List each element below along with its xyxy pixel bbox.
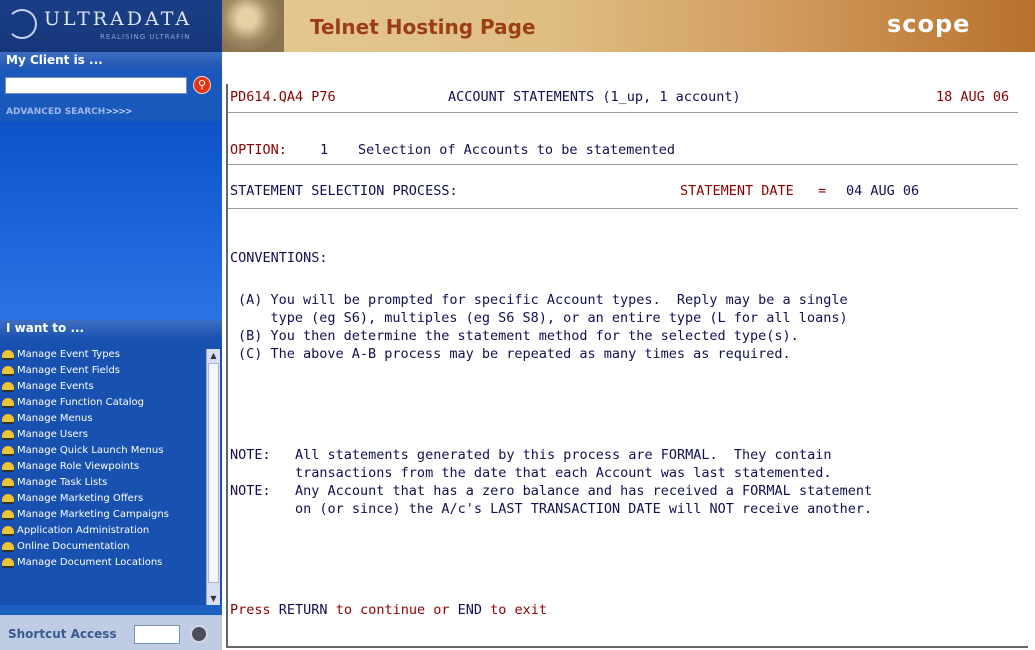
menu-item-label: Manage Marketing Campaigns [17, 509, 169, 520]
terminal-divider [228, 208, 1018, 209]
terminal-header-date: 18 AUG 06 [936, 89, 1010, 105]
page-header: Telnet Hosting Page scope [222, 0, 1035, 52]
scroll-up-arrow-icon[interactable]: ▲ [208, 350, 219, 361]
menu-item-label: Manage Menus [17, 413, 93, 424]
logo-ring-icon [7, 9, 37, 39]
task-menu-list: Manage Event Types Manage Event Fields M… [0, 349, 206, 605]
option-number: 1 [320, 142, 329, 158]
menu-scrollbar-thumb[interactable] [208, 363, 219, 583]
menu-item-label: Manage Function Catalog [17, 397, 145, 408]
hardhat-icon [2, 510, 14, 520]
telnet-terminal[interactable]: PD614.QA4 P76 ACCOUNT STATEMENTS (1_up, … [226, 84, 1028, 648]
client-heading: My Client is ... [0, 52, 222, 69]
conventions-heading: CONVENTIONS: [230, 250, 328, 266]
hardhat-icon [2, 478, 14, 488]
hardhat-icon [2, 446, 14, 456]
menu-item-manage-event-types[interactable]: Manage Event Types [0, 349, 206, 360]
scroll-down-arrow-icon[interactable]: ▼ [208, 593, 219, 604]
client-search-area: ⚲ ADVANCED SEARCH>>>> [0, 69, 222, 121]
option-label: OPTION: [230, 142, 287, 158]
menu-item-label: Manage Task Lists [17, 477, 108, 488]
scope-brand-logo: scope [887, 10, 971, 38]
logo-tagline: REALISING ULTRAFIN [100, 33, 191, 41]
hardhat-icon [2, 462, 14, 472]
task-menu: Manage Event Types Manage Event Fields M… [0, 337, 222, 605]
menu-scrollbar[interactable]: ▲ ▼ [206, 349, 220, 605]
menu-item-label: Manage Role Viewpoints [17, 461, 140, 472]
hardhat-icon [2, 382, 14, 392]
logo: ULTRADATA REALISING ULTRAFIN [0, 0, 222, 52]
advanced-search-arrows: >>>> [105, 107, 132, 117]
prompt-mid: to continue or [327, 602, 458, 618]
menu-item-label: Manage Event Types [17, 349, 120, 360]
menu-item-label: Manage Document Locations [17, 557, 163, 568]
menu-item-label: Manage Quick Launch Menus [17, 445, 164, 456]
statement-date-label: STATEMENT DATE [680, 183, 794, 199]
menu-item-manage-function-catalog[interactable]: Manage Function Catalog [0, 397, 206, 408]
menu-item-manage-role-viewpoints[interactable]: Manage Role Viewpoints [0, 461, 206, 472]
hardhat-icon [2, 350, 14, 360]
menu-item-manage-users[interactable]: Manage Users [0, 429, 206, 440]
shortcut-access-bar: Shortcut Access [0, 615, 222, 650]
terminal-header-code: PD614.QA4 P76 [230, 89, 336, 105]
shortcut-access-label: Shortcut Access [8, 627, 117, 641]
hardhat-icon [2, 526, 14, 536]
menu-item-application-administration[interactable]: Application Administration [0, 525, 206, 536]
hardhat-icon [2, 542, 14, 552]
menu-item-online-documentation[interactable]: Online Documentation [0, 541, 206, 552]
menu-item-label: Online Documentation [17, 541, 130, 552]
hardhat-icon [2, 430, 14, 440]
prompt-end-key: END [457, 602, 482, 618]
note-line: NOTE: Any Account that has a zero balanc… [230, 483, 873, 499]
option-text: Selection of Accounts to be statemented [358, 142, 675, 158]
prompt-press: Press [230, 602, 279, 618]
hardhat-icon [2, 558, 14, 568]
page-title: Telnet Hosting Page [310, 15, 536, 39]
hardhat-icon [2, 494, 14, 504]
menu-item-manage-quick-launch-menus[interactable]: Manage Quick Launch Menus [0, 445, 206, 456]
statement-date-value: 04 AUG 06 [846, 183, 920, 199]
menu-item-manage-document-locations[interactable]: Manage Document Locations [0, 557, 206, 568]
menu-item-label: Manage Event Fields [17, 365, 121, 376]
advanced-search-link[interactable]: ADVANCED SEARCH>>>> [6, 107, 132, 117]
menu-item-label: Manage Users [17, 429, 88, 440]
note-line: NOTE: All statements generated by this p… [230, 447, 832, 463]
menu-item-label: Manage Marketing Offers [17, 493, 144, 504]
iwant-heading: I want to ... [0, 320, 222, 337]
convention-line: (C) The above A-B process may be repeate… [238, 346, 791, 362]
prompt-tail: to exit [482, 602, 548, 618]
prompt-return-key: RETURN [278, 602, 328, 618]
client-search-input[interactable] [5, 77, 187, 94]
hardhat-icon [2, 414, 14, 424]
convention-line: type (eg S6), multiples (eg S6 S8), or a… [238, 310, 848, 326]
convention-line: (A) You will be prompted for specific Ac… [238, 292, 848, 308]
menu-item-manage-marketing-campaigns[interactable]: Manage Marketing Campaigns [0, 509, 206, 520]
menu-item-manage-event-fields[interactable]: Manage Event Fields [0, 365, 206, 376]
search-icon[interactable]: ⚲ [193, 76, 211, 94]
advanced-search-label: ADVANCED SEARCH [6, 107, 106, 117]
note-line: transactions from the date that each Acc… [230, 465, 832, 481]
shortcut-go-icon[interactable] [190, 625, 208, 643]
logo-text: ULTRADATA [44, 8, 193, 30]
menu-item-manage-task-lists[interactable]: Manage Task Lists [0, 477, 206, 488]
convention-line: (B) You then determine the statement met… [238, 328, 799, 344]
terminal-divider [228, 164, 1018, 165]
sidebar-panel-background [0, 121, 222, 320]
continue-prompt: Press RETURN to continue or END to exit [230, 601, 547, 619]
menu-item-label: Application Administration [17, 525, 150, 536]
terminal-divider [228, 112, 1018, 113]
note-line: on (or since) the A/c's LAST TRANSACTION… [230, 501, 873, 517]
process-label: STATEMENT SELECTION PROCESS: [230, 183, 458, 199]
menu-item-manage-events[interactable]: Manage Events [0, 381, 206, 392]
header-photo [222, 0, 284, 52]
sidebar: ULTRADATA REALISING ULTRAFIN My Client i… [0, 0, 222, 650]
menu-item-manage-marketing-offers[interactable]: Manage Marketing Offers [0, 493, 206, 504]
menu-item-manage-menus[interactable]: Manage Menus [0, 413, 206, 424]
menu-item-label: Manage Events [17, 381, 94, 392]
statement-date-equals: = [818, 183, 827, 199]
hardhat-icon [2, 398, 14, 408]
hardhat-icon [2, 366, 14, 376]
shortcut-access-input[interactable] [134, 625, 180, 644]
terminal-header-title: ACCOUNT STATEMENTS (1_up, 1 account) [448, 89, 741, 105]
